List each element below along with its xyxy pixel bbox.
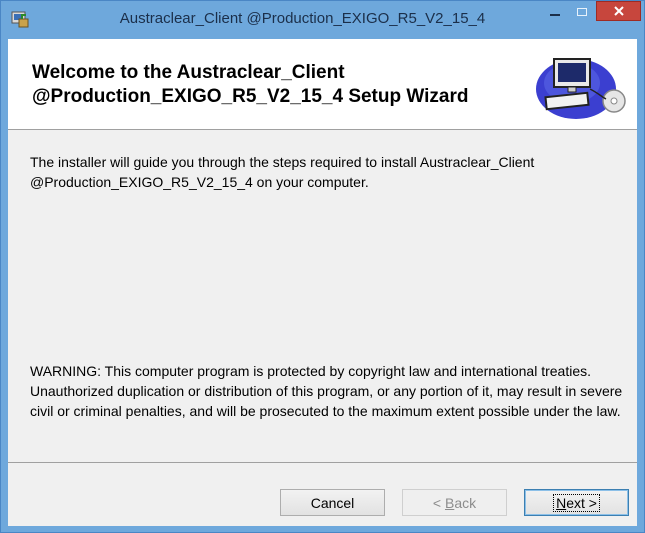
next-button-rest: ext > <box>566 494 597 511</box>
title-bar[interactable]: Austraclear_Client @Production_EXIGO_R5_… <box>1 1 644 39</box>
minimize-icon <box>549 13 560 16</box>
header-banner: Welcome to the Austraclear_Client @Produ… <box>8 39 637 130</box>
maximize-button[interactable] <box>568 1 595 22</box>
close-button[interactable] <box>596 1 641 21</box>
next-button-label: Next > <box>553 493 600 512</box>
back-button[interactable]: < Back <box>402 489 507 516</box>
next-button-mnemonic: N <box>556 494 567 511</box>
next-button[interactable]: Next > <box>524 489 629 516</box>
dialog-client-area: Welcome to the Austraclear_Client @Produ… <box>8 39 637 526</box>
copyright-warning-text: WARNING: This computer program is protec… <box>30 363 623 419</box>
close-icon <box>613 6 624 16</box>
back-button-prefix: < <box>432 494 445 511</box>
minimize-button[interactable] <box>541 1 568 22</box>
intro-text: The installer will guide you through the… <box>30 154 535 190</box>
maximize-icon <box>576 7 587 16</box>
computer-setup-icon <box>536 58 626 119</box>
back-button-rest: ack <box>454 494 477 511</box>
cancel-button-label: Cancel <box>310 494 355 511</box>
back-button-mnemonic: B <box>444 494 455 511</box>
button-bar: Cancel < Back Next > <box>8 462 637 527</box>
installer-window: Austraclear_Client @Production_EXIGO_R5_… <box>0 0 645 533</box>
cancel-button[interactable]: Cancel <box>280 489 385 516</box>
wizard-title: Welcome to the Austraclear_Client @Produ… <box>32 62 469 107</box>
